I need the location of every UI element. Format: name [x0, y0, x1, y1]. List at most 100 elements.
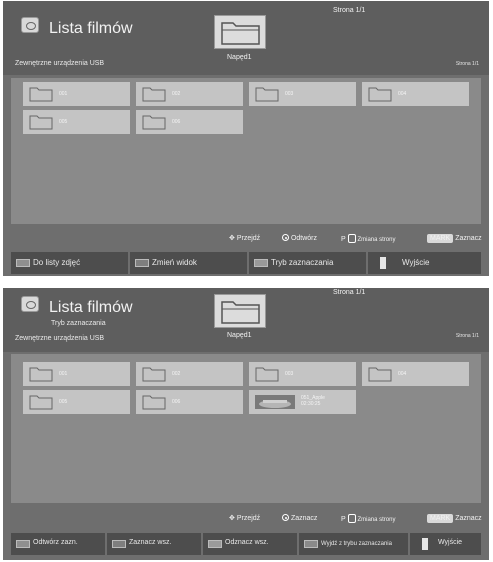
file-label: 051_Apple 02:30:25	[301, 395, 325, 407]
mode-subtitle: Tryb zaznaczania	[51, 320, 106, 327]
key-legend: ✥ Przejdź Odtwórz P Zmiana strony MARK Z…	[3, 230, 489, 248]
legend-mark-action: Zaznacz	[282, 514, 317, 522]
folder-icon	[29, 87, 53, 102]
folder-icon	[142, 367, 166, 382]
navigate-arrows-icon: ✥	[229, 515, 235, 522]
button-bar: Odtwórz zazn. Zaznacz wsz. Odznacz wsz. …	[11, 533, 481, 555]
folder-label: 006	[172, 119, 181, 125]
exit-icon	[380, 257, 386, 269]
legend-move: ✥ Przejdź	[229, 235, 261, 242]
folder-icon	[368, 367, 392, 382]
device-label: Zewnętrzne urządzenia USB	[15, 60, 105, 67]
drive-label: Napęd1	[227, 332, 252, 339]
folder-item[interactable]: 005	[23, 390, 130, 414]
folder-item[interactable]: 002	[136, 82, 243, 106]
button-label: Wyjście	[402, 258, 430, 267]
green-button-change-view[interactable]: Zmień widok	[130, 252, 248, 274]
file-grid: 001 002 003 004 005 006	[11, 78, 481, 224]
folder-label: 002	[172, 371, 181, 377]
folder-icon	[142, 115, 166, 130]
button-label: Odznacz wsz.	[225, 539, 269, 546]
legend-mark: MARK Zaznacz	[427, 234, 482, 243]
folder-label: 003	[285, 371, 294, 377]
folder-icon	[29, 395, 53, 410]
red-button-play-marked[interactable]: Odtwórz zazn.	[11, 533, 106, 555]
exit-button[interactable]: Wyjście	[368, 252, 481, 274]
button-label: Zaznacz wsz.	[129, 539, 172, 546]
drive-label: Napęd1	[227, 54, 252, 61]
video-file-item[interactable]: 051_Apple 02:30:25	[249, 390, 356, 414]
button-label: Zmień widok	[152, 258, 197, 267]
navigate-arrows-icon: ✥	[229, 235, 235, 242]
folder-item[interactable]: 004	[362, 82, 469, 106]
page-updown-icon	[347, 234, 356, 243]
folder-icon	[142, 87, 166, 102]
legend-page: P Zmiana strony	[341, 234, 396, 243]
folder-icon	[142, 395, 166, 410]
folder-icon	[29, 115, 53, 130]
yellow-button-deselect-all[interactable]: Odznacz wsz.	[203, 533, 298, 555]
ok-circle-icon	[282, 234, 289, 241]
folder-icon	[368, 87, 392, 102]
red-button-photo-list[interactable]: Do listy zdjęć	[11, 252, 129, 274]
file-grid: 001 002 003 004 005 006 051_Apple 02:30:2…	[11, 354, 481, 503]
folder-label: 005	[59, 119, 68, 125]
blue-key-icon	[304, 540, 318, 548]
yellow-key-icon	[208, 540, 222, 548]
folder-icon	[29, 367, 53, 382]
button-label: Wyjście	[438, 539, 463, 546]
page-updown-icon	[347, 514, 356, 523]
movie-list-mark-mode-screen: Lista filmów Tryb zaznaczania Zewnętrzne…	[3, 288, 489, 560]
folder-label: 001	[59, 371, 68, 377]
folder-item[interactable]: 006	[136, 110, 243, 134]
green-button-select-all[interactable]: Zaznacz wsz.	[107, 533, 202, 555]
button-label: Do listy zdjęć	[33, 258, 81, 267]
blue-button-exit-mark-mode[interactable]: Wyjdź z trybu zaznaczania	[299, 533, 409, 555]
red-key-icon	[16, 259, 30, 267]
media-icon	[21, 17, 39, 33]
folder-item[interactable]: 001	[23, 82, 130, 106]
page-title: Lista filmów	[49, 20, 133, 37]
key-legend: ✥ Przejdź Zaznacz P Zmiana strony MARK Z…	[3, 510, 489, 528]
folder-item[interactable]: 001	[23, 362, 130, 386]
page-indicator-top: Strona 1/1	[333, 7, 366, 14]
page-indicator-top: Strona 1/1	[333, 289, 366, 296]
legend-mark: MARK Zaznacz	[427, 514, 482, 523]
page-indicator: Strona 1/1	[455, 61, 479, 67]
device-label: Zewnętrzne urządzenia USB	[15, 335, 105, 342]
yellow-button-mark-mode[interactable]: Tryb zaznaczania	[249, 252, 367, 274]
media-icon	[21, 296, 39, 312]
folder-item[interactable]: 003	[249, 362, 356, 386]
folder-icon	[255, 87, 279, 102]
page-title: Lista filmów	[49, 299, 133, 316]
folder-icon	[255, 367, 279, 382]
legend-page: P Zmiana strony	[341, 514, 396, 523]
folder-label: 005	[59, 399, 68, 405]
button-label: Odtwórz zazn.	[33, 539, 78, 546]
button-label: Wyjdź z trybu zaznaczania	[321, 541, 392, 547]
exit-button[interactable]: Wyjście	[410, 533, 481, 555]
folder-item[interactable]: 002	[136, 362, 243, 386]
button-bar: Do listy zdjęć Zmień widok Tryb zaznacza…	[11, 252, 481, 274]
folder-label: 004	[398, 371, 407, 377]
green-key-icon	[135, 259, 149, 267]
ok-circle-icon	[282, 514, 289, 521]
folder-item[interactable]: 003	[249, 82, 356, 106]
folder-label: 004	[398, 91, 407, 97]
folder-label: 003	[285, 91, 294, 97]
yellow-key-icon	[254, 259, 268, 267]
page-indicator: Strona 1/1	[455, 333, 479, 339]
folder-item[interactable]: 006	[136, 390, 243, 414]
legend-play: Odtwórz	[282, 234, 317, 242]
drive-folder-icon[interactable]	[214, 294, 266, 328]
video-thumbnail-icon	[255, 395, 295, 409]
green-key-icon	[112, 540, 126, 548]
movie-list-screen: Lista filmów Zewnętrzne urządzenia USB S…	[3, 1, 489, 276]
legend-move: ✥ Przejdź	[229, 515, 261, 522]
folder-item[interactable]: 004	[362, 362, 469, 386]
folder-label: 001	[59, 91, 68, 97]
folder-item[interactable]: 005	[23, 110, 130, 134]
drive-folder-icon[interactable]	[214, 15, 266, 49]
folder-label: 006	[172, 399, 181, 405]
folder-label: 002	[172, 91, 181, 97]
